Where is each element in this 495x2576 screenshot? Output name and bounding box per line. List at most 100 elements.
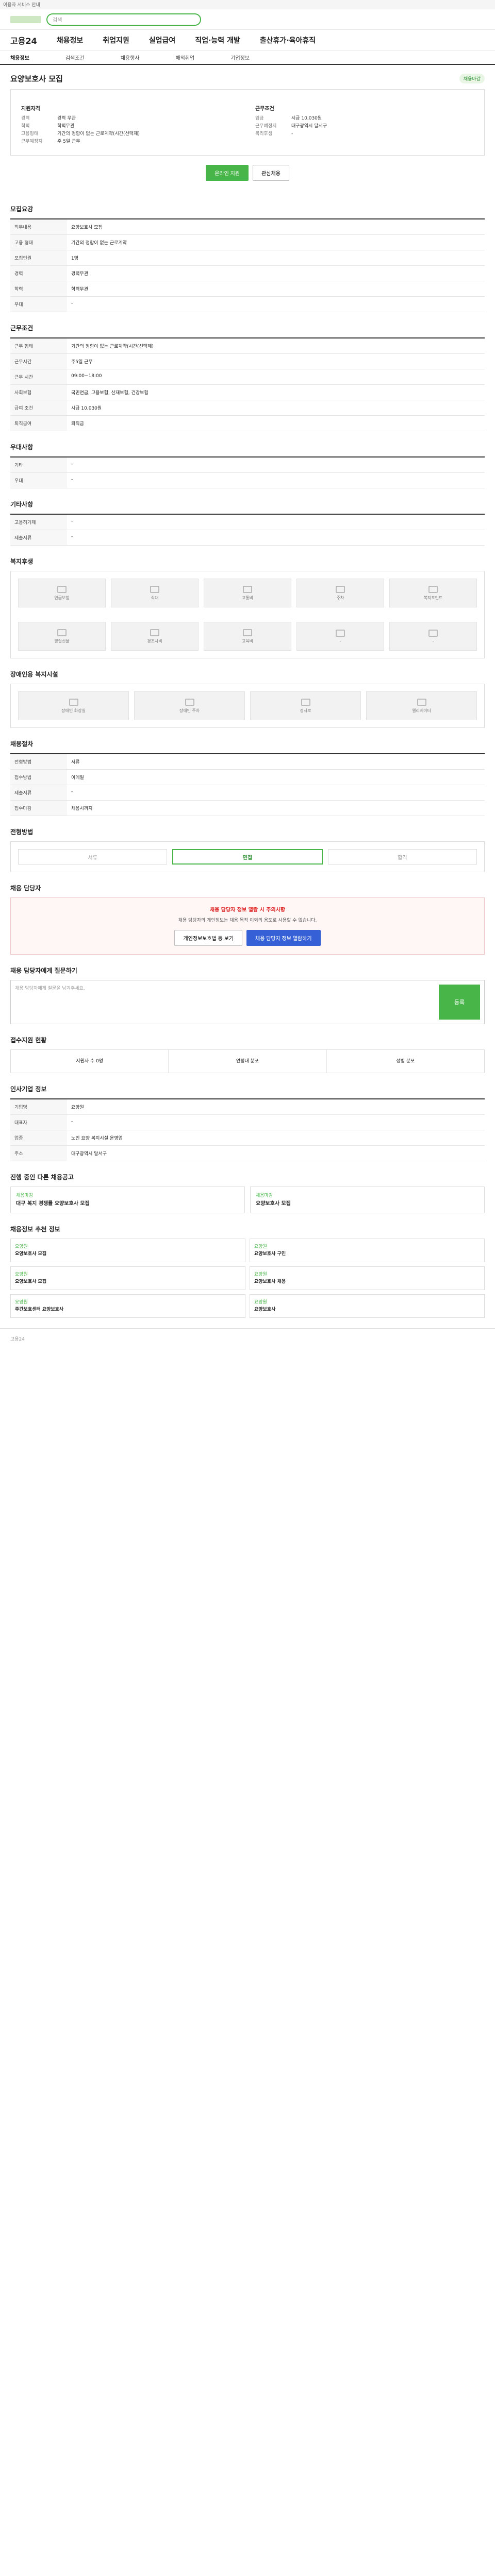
job-card[interactable]: 채용마감 요양보호사 모집: [250, 1187, 485, 1213]
benefit-icon: [69, 698, 78, 706]
row-value: 주5일 근무: [67, 353, 485, 369]
top-notice-bar: 이용자 서비스 안내: [0, 0, 495, 9]
table-row: 직무내용 요양보호사 모집: [10, 219, 485, 235]
subnav-item[interactable]: 채용행사: [121, 54, 140, 61]
selection-steps: 서류 면접 합격: [10, 841, 485, 872]
qualification-col: 지원자격 경력 경력 무관 학력 학력무관 고용형태 기간의 정함이 없는 근로계약(시간(…: [21, 99, 240, 146]
benefit-icon: [243, 585, 252, 593]
table-row: 접수방법 이메일: [10, 769, 485, 785]
table-row: 모집인원 1명: [10, 250, 485, 266]
row-header: 근무 형태: [10, 338, 67, 354]
section-title: 전형방법: [10, 828, 34, 836]
row-header: 업종: [10, 1130, 67, 1146]
apply-button[interactable]: 온라인 지원: [206, 165, 249, 181]
section-title: 장애인용 복지시설: [10, 671, 58, 678]
status-badge: 채용마감: [459, 74, 485, 83]
benefit-icon: [428, 629, 438, 637]
row-value: 09:00~18:00: [67, 369, 485, 385]
benefit-icon: [185, 698, 194, 706]
benefit-item: 엘리베이터: [366, 691, 477, 720]
gnb-item[interactable]: 취업지원: [103, 35, 129, 45]
status-stat: 연령대 분포: [169, 1050, 327, 1073]
selection-step: 합격: [327, 849, 477, 865]
table-row: 제출서류 -: [10, 785, 485, 801]
subnav-item[interactable]: 해외취업: [175, 54, 194, 61]
table-row: 우대 -: [10, 472, 485, 488]
row-header: 직무내용: [10, 219, 67, 235]
header: 검색: [0, 9, 495, 30]
similar-job-card[interactable]: 요양원 요양보호사 구인: [250, 1239, 485, 1262]
view-contact-button[interactable]: 채용 담당자 정보 열람하기: [246, 930, 321, 946]
table-row: 기업명 요양원: [10, 1099, 485, 1115]
brand-name[interactable]: 고용24: [10, 34, 37, 46]
section-title: 채용절차: [10, 740, 34, 748]
job-card[interactable]: 채용마감 대구 복지 경쟁률 요양보호사 모집: [10, 1187, 245, 1213]
send-button[interactable]: 등록: [439, 985, 480, 1020]
table-row: 사회보험 국민연금, 고용보험, 산재보험, 건강보험: [10, 384, 485, 400]
scrap-button[interactable]: 관심채용: [252, 165, 289, 181]
benefit-item: 식대: [111, 579, 199, 607]
recruit-table: 직무내용 요양보호사 모집 고용 형태 기간의 정함이 없는 근로계약 모집인원 1명 경력…: [10, 218, 485, 312]
similar-jobs: 요양원 요양보호사 모집 요양원 요양보호사 구인 요양원 요양보호사 모집 요양원 요양보호…: [10, 1239, 485, 1318]
benefit-icon: [243, 629, 252, 636]
section-title: 기타사항: [10, 501, 34, 508]
section-title: 채용정보 추천 정보: [10, 1226, 60, 1233]
gnb-item[interactable]: 실업급여: [149, 35, 176, 45]
question-textarea[interactable]: 채용 담당자에게 질문을 남겨주세요. 등록: [10, 980, 485, 1024]
table-row: 우대 -: [10, 296, 485, 312]
row-value: 노인 요양 복지시설 운영업: [67, 1130, 485, 1146]
benefit-item: 경조사비: [111, 622, 199, 651]
row-header: 기타: [10, 457, 67, 473]
row-value: 1명: [67, 250, 485, 266]
subnav-item[interactable]: 채용정보: [10, 54, 29, 61]
section-title: 접수지원 현황: [10, 1037, 47, 1044]
summary-row: 복리후생 -: [255, 131, 293, 137]
row-header: 급여 조건: [10, 400, 67, 416]
privacy-button[interactable]: 개인정보보호법 등 보기: [174, 930, 242, 946]
etc-table: 기타 - 우대 -: [10, 456, 485, 488]
benefit-item: 주차: [296, 579, 384, 607]
search-input[interactable]: 검색: [46, 13, 201, 26]
row-header: 사회보험: [10, 384, 67, 400]
row-value: -: [67, 1114, 485, 1130]
benefit-item: 장애인 화장실: [18, 691, 129, 720]
similar-job-card[interactable]: 요양원 요양보호사 모집: [10, 1239, 245, 1262]
section-title: 복지후생: [10, 558, 34, 565]
global-nav: 고용24 채용정보 취업지원 실업급여 직업·능력 개발 출산휴가·육아휴직: [0, 30, 495, 50]
similar-job-card[interactable]: 요양원 요양보호사 모집: [10, 1266, 245, 1290]
subnav-item[interactable]: 검색조건: [65, 54, 85, 61]
row-value: 시급 10,030원: [67, 400, 485, 416]
logo[interactable]: [10, 15, 41, 23]
subnav-item[interactable]: 기업정보: [230, 54, 250, 61]
table-row: 학력 학력무관: [10, 281, 485, 297]
gnb-item[interactable]: 출산휴가·육아휴직: [260, 35, 316, 45]
row-value: 경력무관: [67, 265, 485, 281]
summary-row: 경력 경력 무관: [21, 116, 76, 121]
table-row: 급여 조건 시급 10,030원: [10, 400, 485, 416]
similar-job-card[interactable]: 요양원 요양보호사: [250, 1294, 485, 1318]
benefit-icon: [336, 585, 345, 593]
summary-row: 고용형태 기간의 정함이 없는 근로계약(시간(선택제): [21, 131, 140, 137]
disabled-row: 장애인 화장실 장애인 주차 경사로 엘리베이터: [11, 684, 484, 727]
section-title: 인사기업 정보: [10, 1086, 47, 1093]
footer: 고용24: [0, 1328, 495, 1349]
gnb-item[interactable]: 채용정보: [57, 35, 84, 45]
other-jobs: 채용마감 대구 복지 경쟁률 요양보호사 모집 채용마감 요양보호사 모집: [10, 1187, 485, 1213]
row-value: -: [67, 457, 485, 473]
table-row: 주소 대구광역시 달서구: [10, 1145, 485, 1161]
similar-job-card[interactable]: 요양원 주간보호센터 요양보호사: [10, 1294, 245, 1318]
row-value: 퇴직금: [67, 415, 485, 431]
row-header: 고용 형태: [10, 234, 67, 250]
row-header: 대표자: [10, 1114, 67, 1130]
row-header: 근무시간: [10, 353, 67, 369]
row-value: -: [67, 530, 485, 546]
benefit-item: 교육비: [204, 622, 291, 651]
similar-job-card[interactable]: 요양원 요양보호사 채용: [250, 1266, 485, 1290]
row-value: 요양보호사 모집: [67, 219, 485, 235]
gnb-item[interactable]: 직업·능력 개발: [195, 35, 240, 45]
benefit-item: 경사로: [250, 691, 361, 720]
table-row: 업종 노인 요양 복지시설 운영업: [10, 1130, 485, 1146]
benefit-icon: [150, 585, 159, 593]
selection-step: 면접: [172, 849, 323, 865]
row-value: 서류: [67, 754, 485, 770]
